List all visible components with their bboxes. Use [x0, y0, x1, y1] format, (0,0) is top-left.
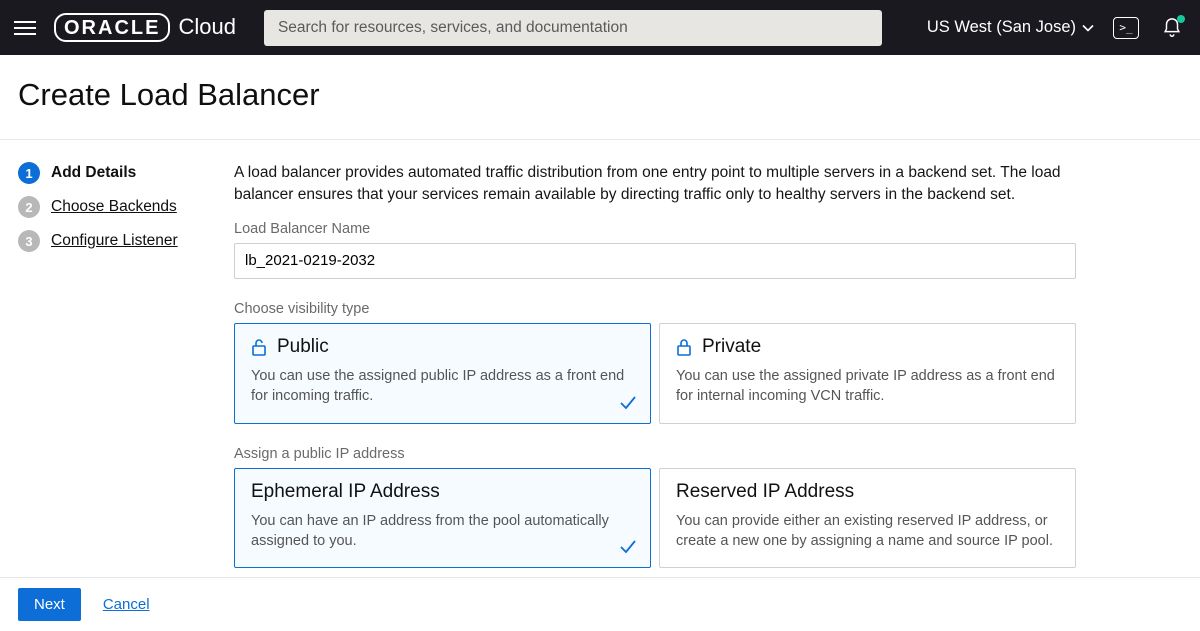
option-desc: You can provide either an existing reser…: [676, 511, 1059, 552]
ip-assign-label: Assign a public IP address: [234, 446, 1182, 462]
visibility-private-option[interactable]: Private You can use the assigned private…: [659, 323, 1076, 424]
check-icon: [618, 537, 638, 557]
logo-cloud-text: Cloud: [178, 14, 235, 40]
option-title: Reserved IP Address: [676, 481, 854, 503]
option-desc: You can use the assigned private IP addr…: [676, 366, 1059, 407]
option-title: Public: [277, 336, 329, 358]
ip-options: Ephemeral IP Address You can have an IP …: [234, 468, 1076, 569]
step-choose-backends[interactable]: 2 Choose Backends: [18, 196, 204, 218]
content-area: 1 Add Details 2 Choose Backends 3 Config…: [0, 140, 1200, 607]
next-button[interactable]: Next: [18, 588, 81, 621]
notification-dot-icon: [1177, 15, 1185, 23]
terminal-icon: >_: [1113, 17, 1139, 39]
check-icon: [618, 393, 638, 413]
step-number: 3: [18, 230, 40, 252]
wizard-steps: 1 Add Details 2 Choose Backends 3 Config…: [18, 162, 204, 607]
visibility-options: Public You can use the assigned public I…: [234, 323, 1076, 424]
lb-name-label: Load Balancer Name: [234, 221, 1182, 237]
option-desc: You can use the assigned public IP addre…: [251, 366, 634, 407]
option-title: Private: [702, 336, 761, 358]
oracle-cloud-logo[interactable]: ORACLE Cloud: [54, 13, 236, 42]
hamburger-menu-icon[interactable]: [14, 21, 36, 35]
cloud-shell-button[interactable]: >_: [1112, 16, 1140, 40]
intro-text: A load balancer provides automated traff…: [234, 162, 1074, 207]
logo-oracle-text: ORACLE: [54, 13, 170, 42]
step-label: Configure Listener: [51, 232, 178, 250]
step-label: Choose Backends: [51, 198, 177, 216]
visibility-public-option[interactable]: Public You can use the assigned public I…: [234, 323, 651, 424]
option-title: Ephemeral IP Address: [251, 481, 440, 503]
step-number: 1: [18, 162, 40, 184]
region-selector[interactable]: US West (San Jose): [927, 18, 1094, 37]
option-desc: You can have an IP address from the pool…: [251, 511, 634, 552]
step-label: Add Details: [51, 164, 136, 182]
notifications-button[interactable]: [1158, 16, 1186, 40]
step-number: 2: [18, 196, 40, 218]
unlock-icon: [251, 338, 267, 356]
lock-icon: [676, 338, 692, 356]
step-configure-listener[interactable]: 3 Configure Listener: [18, 230, 204, 252]
global-search: [264, 10, 882, 46]
global-header: ORACLE Cloud US West (San Jose) >_: [0, 0, 1200, 55]
chevron-down-icon: [1082, 22, 1094, 34]
visibility-label: Choose visibility type: [234, 301, 1182, 317]
lb-name-input[interactable]: [234, 243, 1076, 279]
wizard-footer: Next Cancel: [0, 577, 1200, 631]
cancel-link[interactable]: Cancel: [103, 596, 150, 613]
search-input[interactable]: [264, 10, 882, 46]
form-panel: A load balancer provides automated traff…: [234, 162, 1182, 607]
ip-ephemeral-option[interactable]: Ephemeral IP Address You can have an IP …: [234, 468, 651, 569]
region-label: US West (San Jose): [927, 18, 1076, 37]
page-title: Create Load Balancer: [0, 55, 1200, 139]
ip-reserved-option[interactable]: Reserved IP Address You can provide eith…: [659, 468, 1076, 569]
step-add-details[interactable]: 1 Add Details: [18, 162, 204, 184]
